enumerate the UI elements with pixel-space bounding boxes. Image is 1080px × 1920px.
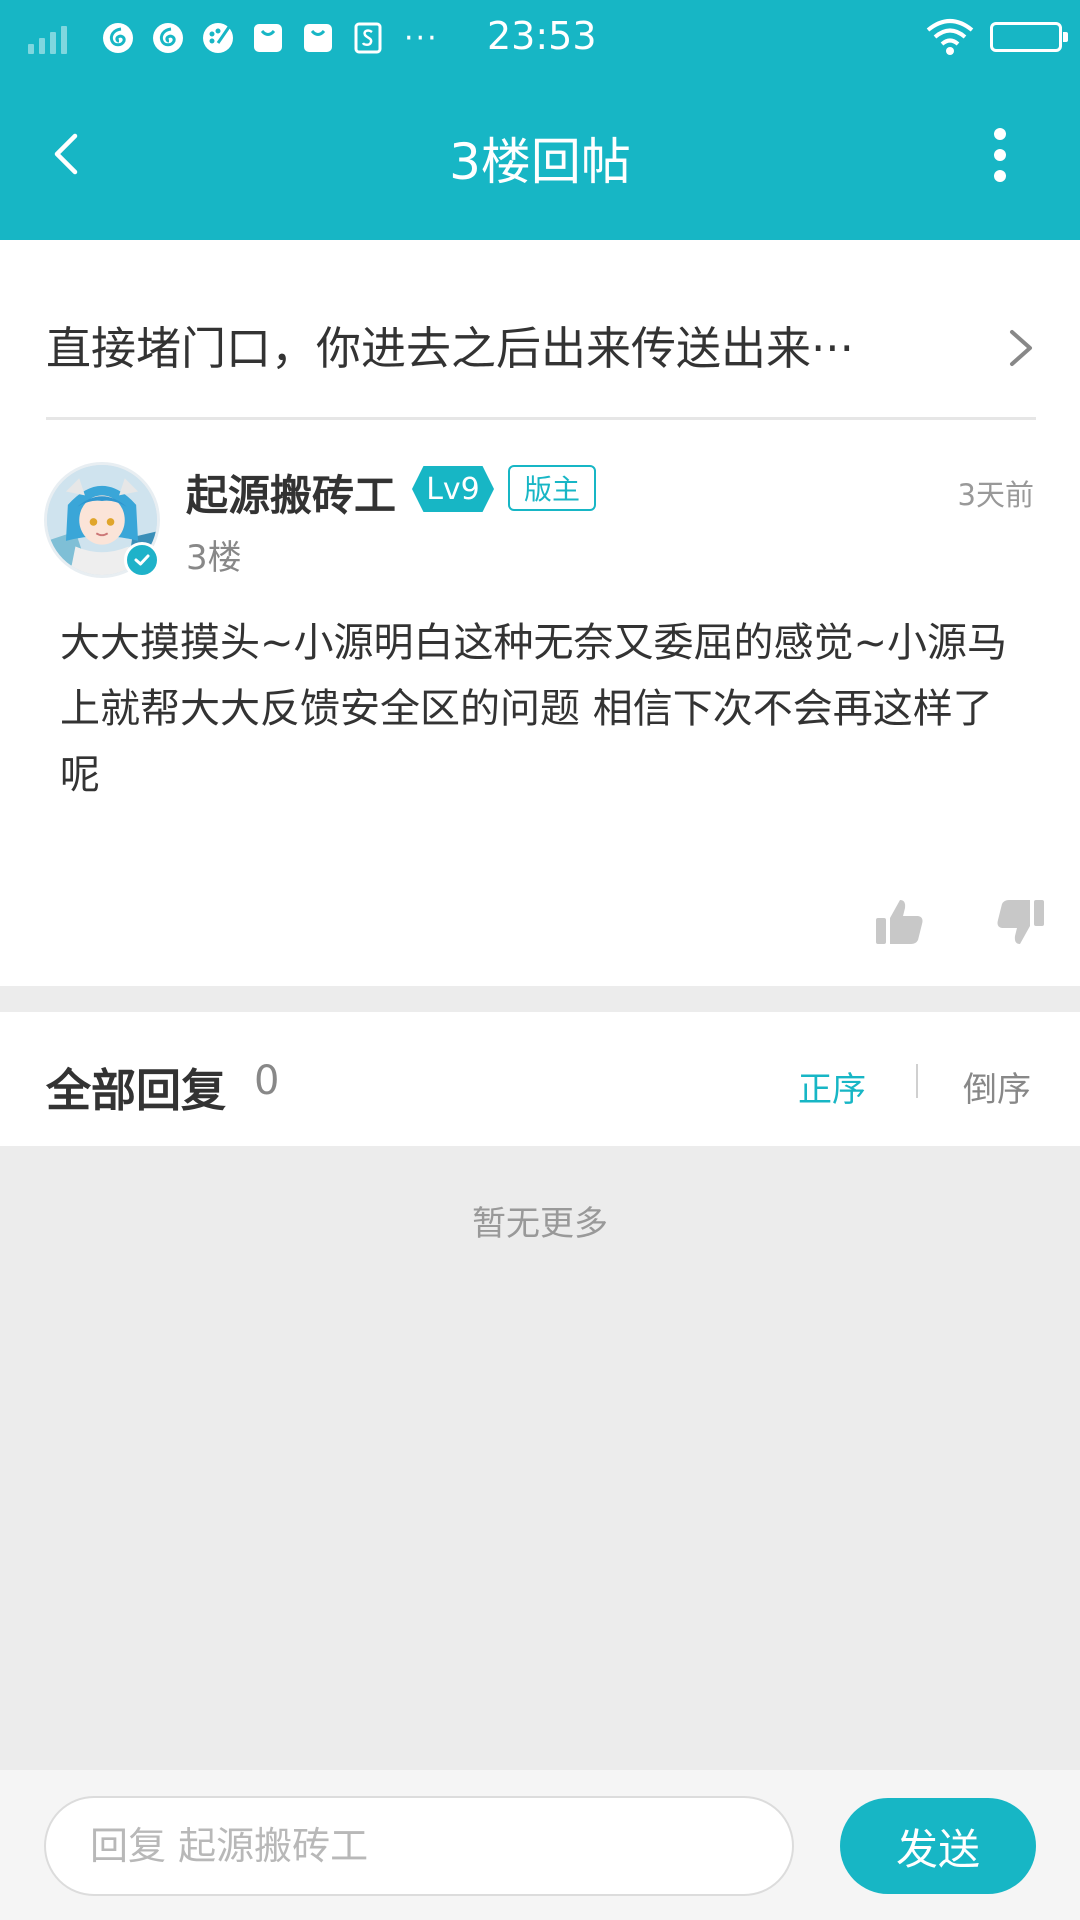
more-options-button[interactable] — [970, 122, 1030, 188]
post-content: 大大摸摸头~小源明白这种无奈又委屈的感觉~小源马上就帮大大反馈安全区的问题 相信… — [60, 620, 1008, 798]
sort-descending-button[interactable]: 倒序 — [963, 1062, 1031, 1111]
more-dot-icon — [994, 128, 1006, 140]
page: ··· 23:53 3楼回帖 直接堵门口，你进去之后出来传送出来··· 起源搬砖… — [0, 0, 1080, 1920]
battery-icon — [990, 22, 1068, 52]
send-button[interactable]: 发送 — [840, 1798, 1036, 1894]
dislike-button[interactable] — [994, 896, 1046, 948]
wifi-icon — [924, 16, 976, 58]
more-dot-icon — [994, 149, 1006, 161]
shopping-bag-icon — [250, 20, 286, 56]
shopping-bag-icon — [300, 20, 336, 56]
status-bar: ··· 23:53 — [0, 0, 1080, 76]
original-post-text: 直接堵门口，你进去之后出来传送出来··· — [46, 321, 854, 375]
page-title: 3楼回帖 — [449, 133, 631, 191]
chevron-right-icon — [1010, 330, 1032, 366]
paint-palette-icon — [200, 20, 236, 56]
netease-music-icon — [150, 20, 186, 56]
divider — [46, 417, 1036, 420]
sort-ascending-button[interactable]: 正序 — [798, 1062, 866, 1111]
username[interactable]: 起源搬砖工 — [186, 462, 396, 523]
s-app-icon — [350, 20, 386, 56]
level-badge: Lv9 — [412, 466, 494, 512]
replies-count: 0 — [254, 1058, 280, 1104]
replies-title: 全部回复 — [46, 1064, 227, 1117]
netease-music-icon — [100, 20, 136, 56]
title-bar: 3楼回帖 — [0, 76, 1080, 240]
more-dot-icon — [994, 170, 1006, 182]
signal-icon — [28, 22, 76, 54]
status-time: 23:53 — [487, 14, 597, 58]
role-badge: 版主 — [508, 465, 597, 511]
post-time: 3天前 — [957, 478, 1034, 512]
thumbs-down-icon — [997, 900, 1044, 944]
post-card: 直接堵门口，你进去之后出来传送出来··· 起源搬砖工 Lv9 版主 3楼 3天前… — [0, 240, 1080, 986]
replies-header: 全部回复 0 正序 倒序 — [0, 1012, 1080, 1146]
reply-input[interactable] — [44, 1796, 794, 1896]
original-post-link[interactable]: 直接堵门口，你进去之后出来传送出来··· — [46, 296, 1036, 392]
thumbs-up-icon — [876, 900, 923, 944]
more-notifications: ··· — [404, 20, 439, 56]
floor-number: 3楼 — [186, 538, 242, 578]
verified-icon — [124, 542, 160, 578]
like-button[interactable] — [874, 896, 926, 948]
reply-bar: 发送 — [0, 1770, 1080, 1920]
empty-state-text: 暂无更多 — [472, 1204, 608, 1244]
avatar[interactable] — [44, 462, 160, 578]
notification-icons: ··· — [100, 18, 439, 58]
sort-separator — [916, 1064, 918, 1098]
